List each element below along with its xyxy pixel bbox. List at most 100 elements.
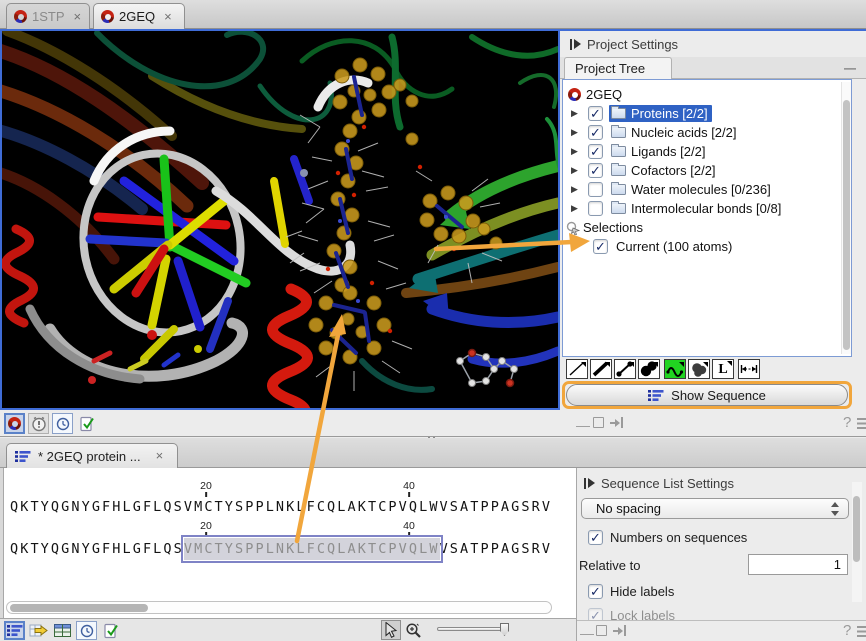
help-icon[interactable]: ? [843,416,851,430]
disclosure-triangle-icon[interactable]: ▶ [571,108,582,119]
sequence-settings-title: Sequence List Settings [601,476,734,491]
sequence-list-view[interactable]: 20 40 QKTYQGNYGFHLGFLQSVMCTYSPPLNKLFCQLA… [4,468,576,618]
numbers-on-sequences-option[interactable]: ✓ Numbers on sequences [588,530,747,545]
tree-scrollbar[interactable] [841,82,851,354]
selection-cursor-icon [566,221,580,235]
checkbox[interactable]: ✓ [588,608,603,620]
checkbox[interactable]: ✓ [588,530,603,545]
close-icon[interactable]: × [164,12,172,22]
tab-1stp[interactable]: 1STP × [6,3,90,29]
tree-item-water-molecules[interactable]: ▶ Water molecules [0/236] [571,180,775,199]
settings-scrollbar[interactable] [852,482,862,602]
sequence-segment: VSATPPAGSRV [440,541,553,557]
tree-item-intermolecular-bonds[interactable]: ▶ Intermolecular bonds [0/8] [571,199,785,218]
sequence-list-view-button[interactable] [4,621,25,640]
element-info-view-button[interactable] [52,413,73,434]
molecule-icon [14,10,27,23]
surface-tool-button[interactable] [688,359,710,379]
dock-panel-icon[interactable] [610,417,623,428]
maximize-panel-icon[interactable] [596,625,607,636]
project-tree-tab-label: Project Tree [575,61,645,76]
backbone-tool-button[interactable] [664,359,686,379]
ball-and-stick-tool-button[interactable] [614,359,636,379]
table-view-button[interactable] [52,621,73,640]
option-label: Hide labels [610,584,674,599]
checkbox[interactable] [588,182,603,197]
sequence-tick-40: 40 [403,481,415,497]
wireframe-tool-button[interactable] [566,359,588,379]
zoom-tool-icon[interactable] [403,621,424,640]
lock-labels-option[interactable]: ✓ Lock labels [588,608,675,620]
tab-2geq[interactable]: 2GEQ × [93,3,185,29]
export-view-button[interactable] [28,621,49,640]
tab-2geq-protein[interactable]: * 2GEQ protein ... × [6,443,178,468]
tree-item-proteins[interactable]: ▶ ✓ Proteins [2/2] [571,104,712,123]
disclosure-triangle-icon[interactable]: ▶ [571,184,582,195]
zoom-slider[interactable] [437,627,509,631]
tree-item-ligands[interactable]: ▶ ✓ Ligands [2/2] [571,142,709,161]
collapse-panel-icon[interactable]: — [844,61,856,75]
sequence-list-settings-panel: Sequence List Settings No spacing ✓ Numb… [577,468,866,620]
measure-distance-tool-button[interactable] [738,359,760,379]
application-window: 1STP × 2GEQ × [0,0,866,641]
validation-view-button[interactable] [76,413,97,434]
disclosure-triangle-icon[interactable]: ▶ [571,165,582,176]
spacefill-tool-button[interactable] [638,359,660,379]
help-icon[interactable]: ? [843,624,851,638]
panel-menu-icon[interactable] [857,626,866,637]
checkbox[interactable]: ✓ [588,144,603,159]
sequence-tick-20: 20 [200,521,212,537]
history-view-button[interactable] [76,621,97,640]
spacing-dropdown[interactable]: No spacing [581,498,849,519]
close-icon[interactable]: × [74,12,82,22]
checkbox[interactable]: ✓ [593,239,608,254]
tree-item-selections[interactable]: Selections [566,218,643,237]
selection-cursor-tool[interactable] [381,620,401,640]
relative-to-input[interactable] [748,554,848,575]
disclosure-triangle-icon[interactable]: ▶ [571,146,582,157]
history-view-button[interactable] [28,413,49,434]
panel-expand-icon [584,478,595,489]
minimize-panel-icon[interactable]: — [576,418,590,432]
tree-root-2geq[interactable]: 2GEQ [568,85,622,104]
disclosure-triangle-icon[interactable]: ▶ [571,127,582,138]
sequence-tick-40: 40 [403,521,415,537]
dock-panel-icon[interactable] [613,625,626,636]
stick-tool-button[interactable] [590,359,612,379]
tree-item-current-selection[interactable]: ✓ Current (100 atoms) [593,237,732,256]
maximize-panel-icon[interactable] [593,417,604,428]
molecule-3d-viewport[interactable] [0,29,560,410]
scrollbar-thumb[interactable] [10,604,148,612]
sequence-row-1[interactable]: QKTYQGNYGFHLGFLQSVMCTYSPPLNKLFCQLAKTCPVQ… [10,499,552,515]
panel-menu-icon[interactable] [857,418,866,429]
checkbox[interactable] [588,201,603,216]
hide-labels-option[interactable]: ✓ Hide labels [588,584,674,599]
tree-root-label: 2GEQ [585,87,622,102]
project-settings-header[interactable]: Project Settings [570,37,678,52]
checkbox[interactable]: ✓ [588,125,603,140]
label-tool-button[interactable]: L [712,359,734,379]
checkbox[interactable]: ✓ [588,106,603,121]
scrollbar-thumb[interactable] [843,100,850,350]
tree-item-label: Selections [582,220,643,235]
project-tree: 2GEQ ▶ ✓ Proteins [2/2] ▶ ✓ Nucleic acid… [562,79,852,357]
tab-project-tree[interactable]: Project Tree [564,57,672,79]
sequence-row-2[interactable]: QKTYQGNYGFHLGFLQSVMCTYSPPLNKLFCQLAKTCPVQ… [10,541,552,557]
document-tab-bar: 1STP × 2GEQ × [0,0,866,29]
disclosure-triangle-icon[interactable]: ▶ [571,203,582,214]
show-sequence-button[interactable]: Show Sequence [566,384,848,406]
minimize-panel-icon[interactable]: — [580,626,594,640]
relative-to-label: Relative to [579,558,640,573]
horizontal-scrollbar[interactable] [6,601,552,614]
structure-view-button[interactable] [4,413,25,434]
checkbox[interactable]: ✓ [588,163,603,178]
sequence-selection[interactable]: VMCTYSPPLNKLFCQLAKTCPVQLW [184,538,440,560]
close-icon[interactable]: × [156,451,164,461]
tree-item-nucleic-acids[interactable]: ▶ ✓ Nucleic acids [2/2] [571,123,741,142]
scrollbar-thumb[interactable] [853,496,860,562]
checkbox[interactable]: ✓ [588,584,603,599]
tree-item-cofactors[interactable]: ▶ ✓ Cofactors [2/2] [571,161,720,180]
sequence-settings-header[interactable]: Sequence List Settings [584,476,734,491]
validation-view-button[interactable] [100,621,121,640]
molecule-icon [568,88,581,101]
